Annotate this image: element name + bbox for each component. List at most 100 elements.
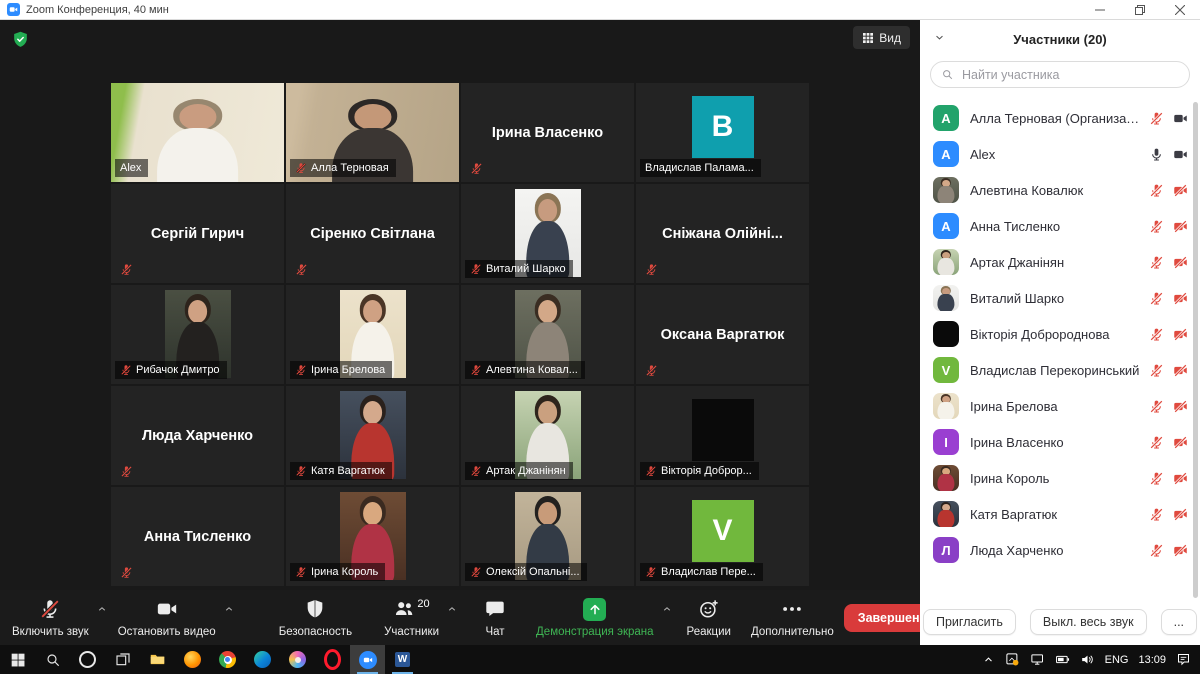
participant-row[interactable]: AАлла Терновая (Организатор, я) (920, 100, 1192, 136)
toolbar-share-screen-button[interactable]: Демонстрация экрана (526, 590, 664, 645)
close-button[interactable] (1160, 0, 1200, 19)
participant-row[interactable]: Ірина Король (920, 460, 1192, 496)
participant-row[interactable]: Ірина Брелова (920, 388, 1192, 424)
camera-on-icon[interactable] (1173, 147, 1188, 162)
video-tile[interactable]: Оксана Варгатюк (636, 285, 809, 384)
camera-off-icon[interactable] (1173, 363, 1188, 378)
mic-muted-icon[interactable] (1149, 507, 1164, 522)
toolbar-stop-video-button[interactable]: Остановить видео (108, 590, 226, 645)
camera-off-icon[interactable] (1173, 399, 1188, 414)
video-tile[interactable]: Вікторія Доброр... (636, 386, 809, 485)
mute-all-button[interactable]: Выкл. весь звук (1030, 609, 1147, 635)
toolbar-share-screen-chevron-up-icon[interactable] (659, 601, 675, 617)
participants-scrollbar[interactable] (1193, 102, 1198, 598)
participant-row[interactable]: Катя Варгатюк (920, 496, 1192, 532)
taskbar-task-view-icon[interactable] (105, 645, 140, 674)
camera-off-icon[interactable] (1173, 183, 1188, 198)
toolbar-unmute-button[interactable]: Включить звук (2, 590, 99, 645)
mic-muted-icon[interactable] (1149, 435, 1164, 450)
video-tile[interactable]: Ірина Король (286, 487, 459, 586)
taskbar-edge-icon[interactable] (245, 645, 280, 674)
tray-app-icon[interactable] (1005, 652, 1020, 667)
taskbar-paint-icon[interactable] (280, 645, 315, 674)
video-tile[interactable]: Рибачок Дмитро (111, 285, 284, 384)
taskbar-chrome-icon[interactable] (210, 645, 245, 674)
video-tile[interactable]: Артак Джанінян (461, 386, 634, 485)
language-indicator[interactable]: ENG (1105, 654, 1129, 666)
video-tile[interactable]: VВладислав Пере... (636, 487, 809, 586)
video-tile[interactable]: Алевтина Ковал... (461, 285, 634, 384)
participant-row[interactable]: AАнна Тисленко (920, 208, 1192, 244)
action-center-icon[interactable] (1176, 652, 1191, 667)
toolbar-unmute-chevron-up-icon[interactable] (94, 601, 110, 617)
view-button[interactable]: Вид (853, 26, 910, 49)
participant-row[interactable]: AAlex (920, 136, 1192, 172)
video-tile[interactable]: Анна Тисленко (111, 487, 284, 586)
video-tile[interactable]: Олексій Опальні... (461, 487, 634, 586)
video-tile[interactable]: Катя Варгатюк (286, 386, 459, 485)
toolbar-reactions-button[interactable]: Реакции (677, 590, 741, 645)
clock[interactable]: 13:09 (1138, 654, 1166, 666)
video-tile[interactable]: Люда Харченко (111, 386, 284, 485)
taskbar-zoom-icon[interactable] (350, 645, 385, 674)
mic-muted-icon[interactable] (1149, 471, 1164, 486)
mic-muted-icon[interactable] (1149, 291, 1164, 306)
taskbar-opera-icon[interactable] (315, 645, 350, 674)
participant-row[interactable]: Алевтина Ковалюк (920, 172, 1192, 208)
video-tile[interactable]: Ірина Брелова (286, 285, 459, 384)
video-tile[interactable]: Ірина Власенко (461, 83, 634, 182)
hidden-icons-chevron-icon[interactable] (982, 653, 995, 666)
video-tile[interactable]: Сніжана Олійні... (636, 184, 809, 283)
participant-row[interactable]: Виталий Шарко (920, 280, 1192, 316)
camera-off-icon[interactable] (1173, 327, 1188, 342)
toolbar-more-button[interactable]: Дополнительно (741, 590, 844, 645)
video-tile[interactable]: Сіренко Світлана (286, 184, 459, 283)
camera-on-icon[interactable] (1173, 111, 1188, 126)
minimize-button[interactable] (1080, 0, 1120, 19)
participant-row[interactable]: ЛЛюда Харченко (920, 532, 1192, 567)
taskbar-file-explorer-icon[interactable] (140, 645, 175, 674)
network-icon[interactable] (1030, 652, 1045, 667)
camera-off-icon[interactable] (1173, 471, 1188, 486)
mic-muted-icon[interactable] (1149, 255, 1164, 270)
mic-on-icon[interactable] (1149, 147, 1164, 162)
search-participant-input[interactable] (960, 67, 1179, 83)
toolbar-security-button[interactable]: Безопасность (269, 590, 362, 645)
camera-off-icon[interactable] (1173, 543, 1188, 558)
mic-muted-icon[interactable] (1149, 543, 1164, 558)
video-tile[interactable]: Alex (111, 83, 284, 182)
volume-icon[interactable] (1080, 652, 1095, 667)
participant-row[interactable]: IІрина Власенко (920, 424, 1192, 460)
video-tile[interactable]: ВВладислав Палама... (636, 83, 809, 182)
mic-muted-icon[interactable] (1149, 219, 1164, 234)
camera-off-icon[interactable] (1173, 255, 1188, 270)
panel-more-button[interactable]: ... (1161, 609, 1197, 635)
mic-muted-icon[interactable] (1149, 111, 1164, 126)
taskbar-start-icon[interactable] (0, 645, 35, 674)
participant-row[interactable]: VВладислав Перекоринський (920, 352, 1192, 388)
taskbar-cortana-icon[interactable] (70, 645, 105, 674)
participant-row[interactable]: Артак Джанінян (920, 244, 1192, 280)
taskbar-firefox-icon[interactable] (175, 645, 210, 674)
panel-collapse-chevron-down-icon[interactable] (933, 31, 946, 44)
battery-icon[interactable] (1055, 652, 1070, 667)
video-tile[interactable]: Сергій Гирич (111, 184, 284, 283)
taskbar-word-icon[interactable]: W (385, 645, 420, 674)
toolbar-chat-button[interactable]: Чат (474, 590, 516, 645)
mic-muted-icon[interactable] (1149, 363, 1164, 378)
toolbar-participants-button[interactable]: 20Участники (374, 590, 449, 645)
invite-button[interactable]: Пригласить (923, 609, 1016, 635)
camera-off-icon[interactable] (1173, 291, 1188, 306)
toolbar-stop-video-chevron-up-icon[interactable] (221, 601, 237, 617)
video-tile[interactable]: Алла Терновая (286, 83, 459, 182)
camera-off-icon[interactable] (1173, 219, 1188, 234)
meeting-security-shield-icon[interactable] (9, 28, 31, 50)
mic-muted-icon[interactable] (1149, 183, 1164, 198)
camera-off-icon[interactable] (1173, 507, 1188, 522)
toolbar-participants-chevron-up-icon[interactable] (444, 601, 460, 617)
taskbar-search-icon[interactable] (35, 645, 70, 674)
camera-off-icon[interactable] (1173, 435, 1188, 450)
mic-muted-icon[interactable] (1149, 327, 1164, 342)
mic-muted-icon[interactable] (1149, 399, 1164, 414)
participant-row[interactable]: Вікторія Добророднова (920, 316, 1192, 352)
